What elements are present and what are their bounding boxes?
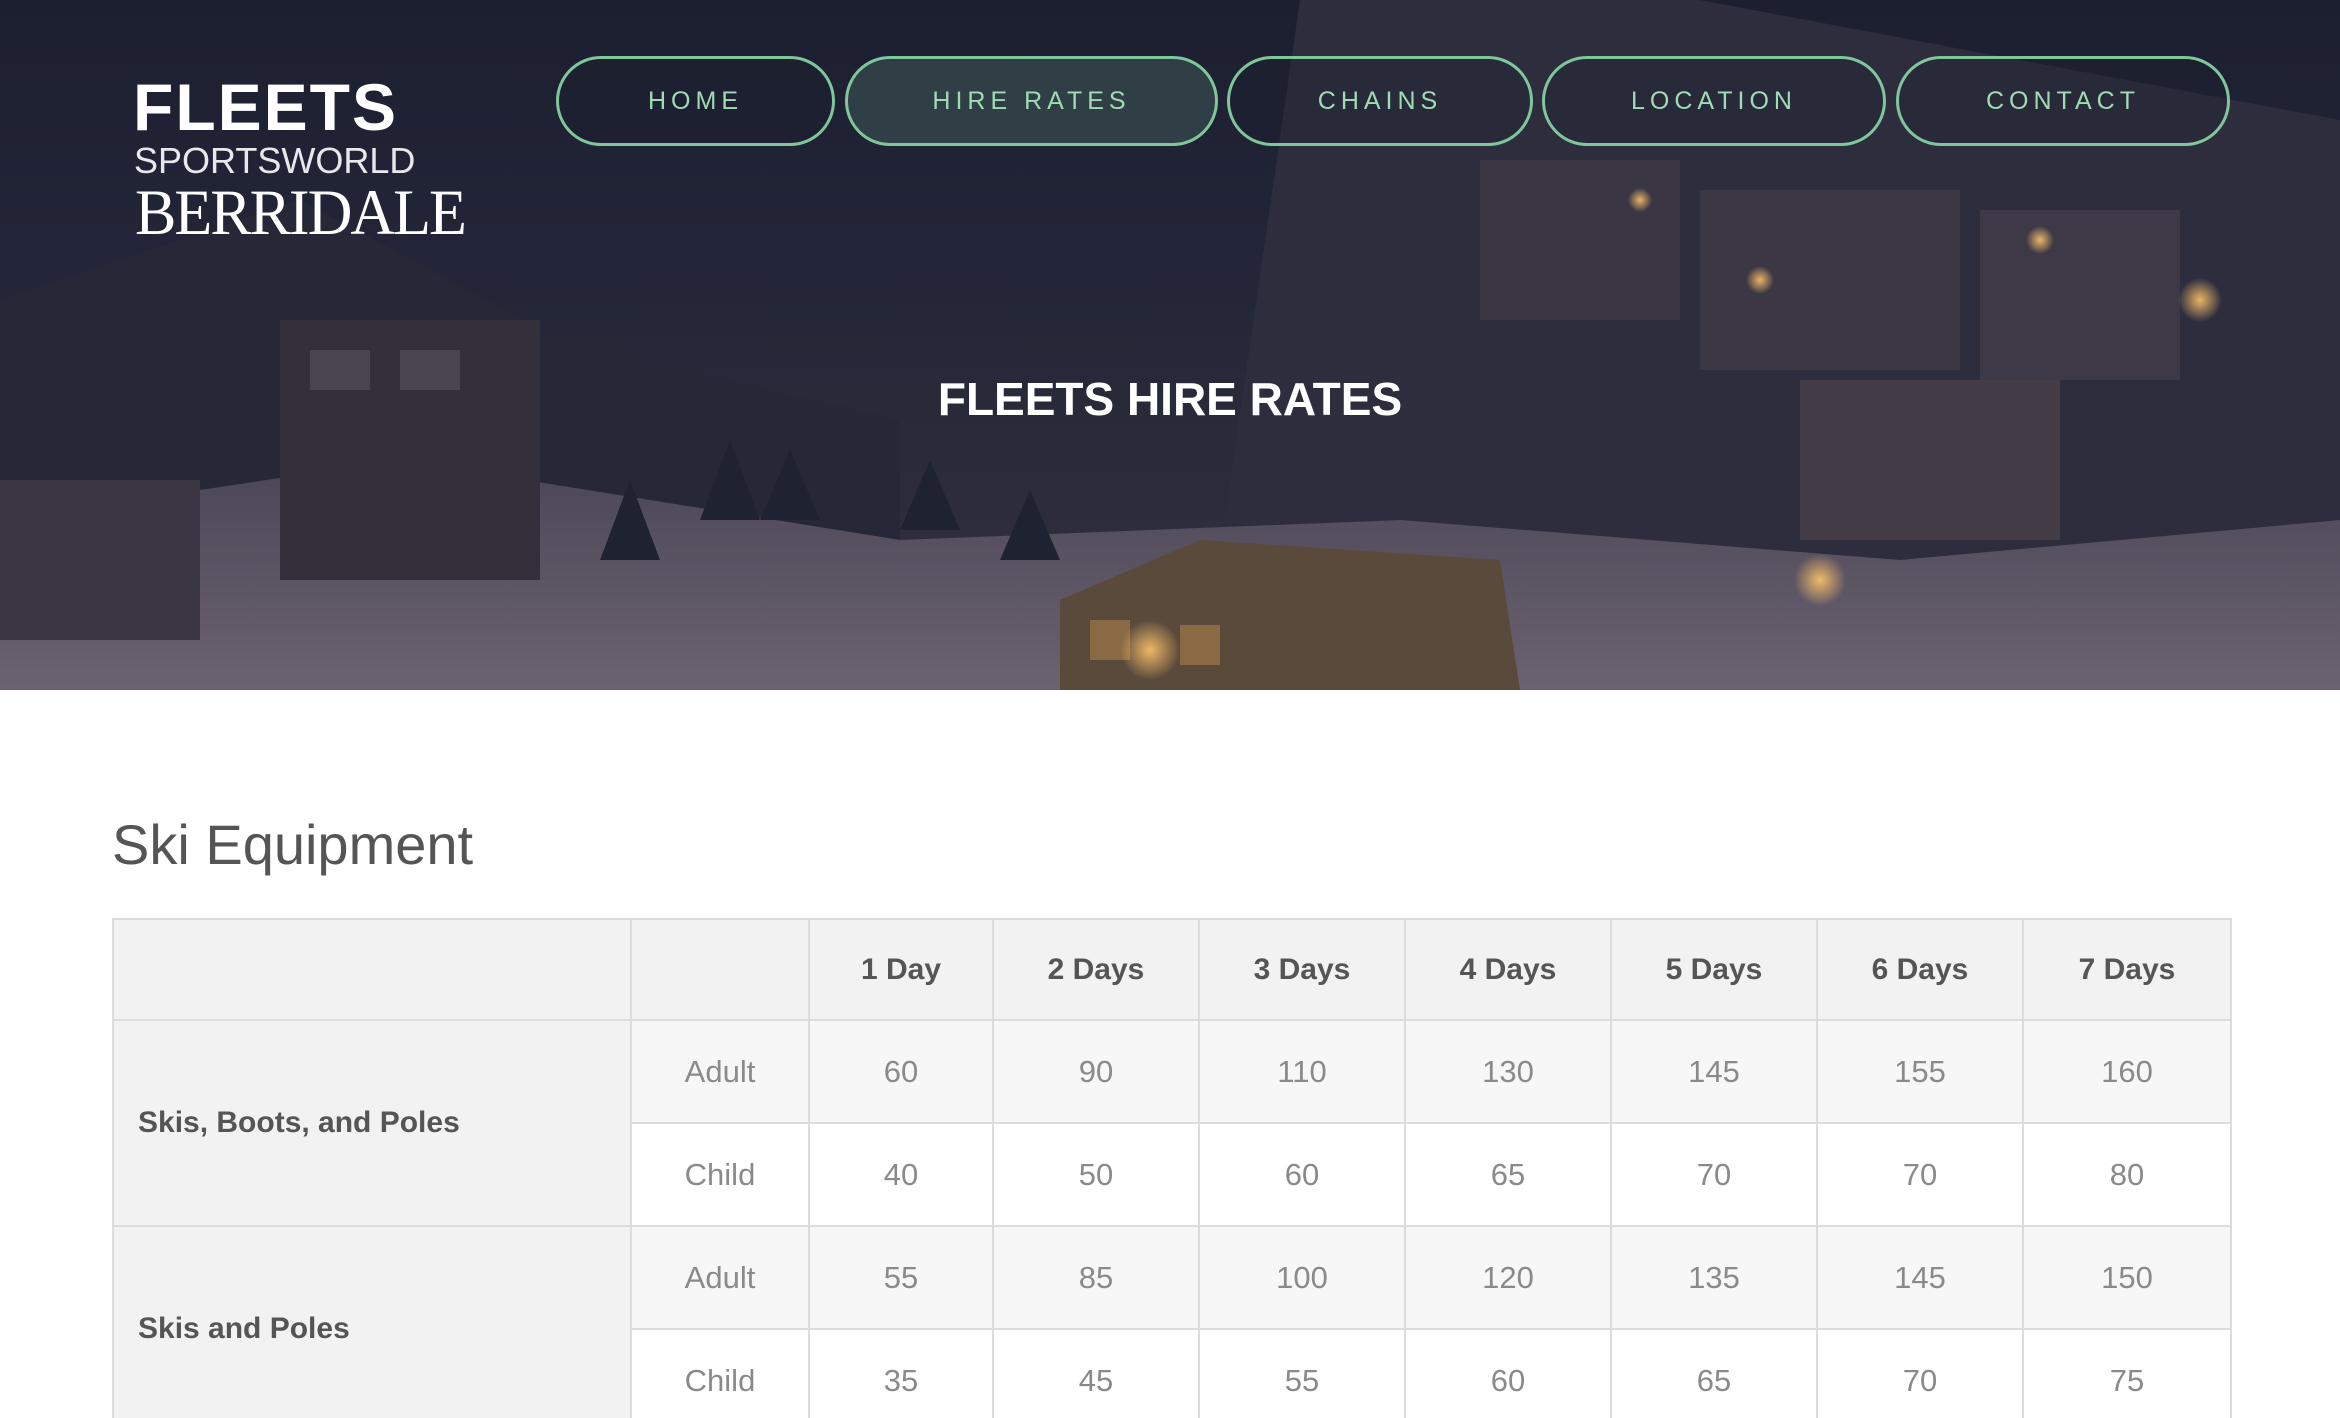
price-cell: 110	[1198, 1019, 1406, 1124]
price-cell: 90	[992, 1019, 1200, 1124]
price-cell: 160	[2022, 1019, 2232, 1124]
hero-banner: FLEETS SPORTSWORLD BERRIDALE HOME HIRE R…	[0, 0, 2340, 690]
price-cell: 55	[808, 1225, 994, 1330]
header-cell: 5 Days	[1610, 918, 1818, 1021]
header-cell: 3 Days	[1198, 918, 1406, 1021]
price-cell: 70	[1816, 1122, 2024, 1227]
site-logo[interactable]: FLEETS SPORTSWORLD BERRIDALE	[133, 70, 467, 262]
group-label-skis-poles: Skis and Poles	[112, 1225, 632, 1418]
price-cell: 65	[1610, 1328, 1818, 1418]
rates-table: 1 Day 2 Days 3 Days 4 Days 5 Days 6 Days…	[112, 918, 2232, 1418]
price-cell: 60	[1198, 1122, 1406, 1227]
section-title-ski-equipment: Ski Equipment	[112, 813, 474, 876]
row-type-cell: Child	[630, 1328, 810, 1418]
price-cell: 100	[1198, 1225, 1406, 1330]
table-row: Skis, Boots, and Poles Adult 60 90 110 1…	[112, 1019, 2232, 1227]
row-type-cell: Child	[630, 1122, 810, 1227]
price-cell: 145	[1610, 1019, 1818, 1124]
price-cell: 120	[1404, 1225, 1612, 1330]
header-cell: 7 Days	[2022, 918, 2232, 1021]
price-cell: 135	[1610, 1225, 1818, 1330]
logo-line-berridale: BERRIDALE	[135, 177, 467, 249]
nav-home-button[interactable]: HOME	[556, 56, 835, 146]
header-cell: 6 Days	[1816, 918, 2024, 1021]
price-cell: 155	[1816, 1019, 2024, 1124]
price-cell: 55	[1198, 1328, 1406, 1418]
header-cell: 4 Days	[1404, 918, 1612, 1021]
group-label-skis-boots-poles: Skis, Boots, and Poles	[112, 1019, 632, 1227]
header-cell: 2 Days	[992, 918, 1200, 1021]
price-cell: 45	[992, 1328, 1200, 1418]
price-cell: 35	[808, 1328, 994, 1418]
nav-contact-button[interactable]: CONTACT	[1896, 56, 2230, 146]
header-cell	[112, 918, 632, 1021]
header-cell: 1 Day	[808, 918, 994, 1021]
price-cell: 65	[1404, 1122, 1612, 1227]
page-title: FLEETS HIRE RATES	[937, 373, 1403, 425]
table-header-row: 1 Day 2 Days 3 Days 4 Days 5 Days 6 Days…	[112, 918, 2232, 1021]
price-cell: 130	[1404, 1019, 1612, 1124]
nav-location-button[interactable]: LOCATION	[1542, 56, 1886, 146]
nav-chains-button[interactable]: CHAINS	[1227, 56, 1533, 146]
logo-line-fleets: FLEETS	[133, 70, 399, 144]
row-type-cell: Adult	[630, 1225, 810, 1330]
nav-hire-rates-button[interactable]: HIRE RATES	[845, 56, 1218, 146]
header-cell	[630, 918, 810, 1021]
price-cell: 50	[992, 1122, 1200, 1227]
price-cell: 60	[808, 1019, 994, 1124]
price-cell: 70	[1610, 1122, 1818, 1227]
price-cell: 145	[1816, 1225, 2024, 1330]
logo-line-sportsworld: SPORTSWORLD	[134, 140, 416, 181]
price-cell: 80	[2022, 1122, 2232, 1227]
table-row: Skis and Poles Adult 55 85 100 120 135 1…	[112, 1225, 2232, 1418]
price-cell: 75	[2022, 1328, 2232, 1418]
row-type-cell: Adult	[630, 1019, 810, 1124]
price-cell: 85	[992, 1225, 1200, 1330]
price-cell: 150	[2022, 1225, 2232, 1330]
price-cell: 40	[808, 1122, 994, 1227]
price-cell: 70	[1816, 1328, 2024, 1418]
price-cell: 60	[1404, 1328, 1612, 1418]
